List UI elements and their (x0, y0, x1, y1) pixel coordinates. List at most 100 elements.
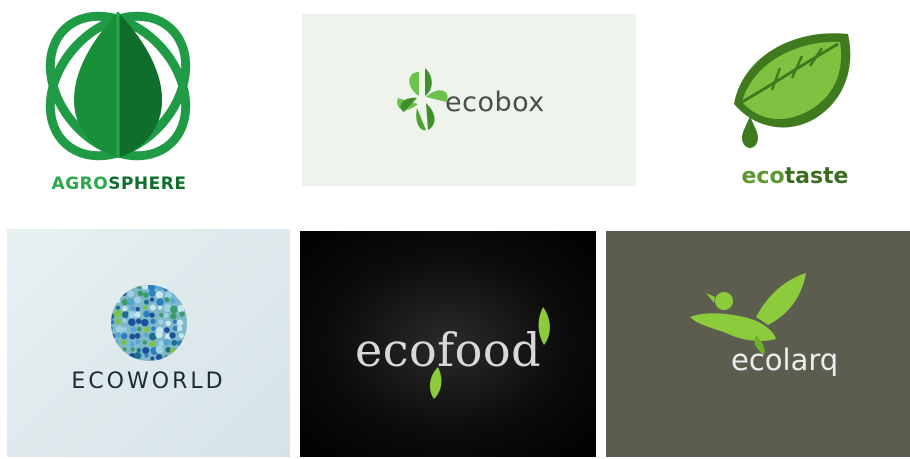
globe-dot (155, 330, 163, 339)
globe-dot (163, 304, 172, 312)
globe-dot (149, 304, 156, 311)
globe-dot (111, 333, 116, 340)
globe-dot (164, 354, 169, 360)
logo-tile-agrosphere: AGROSPHERE (18, 8, 220, 198)
logo-tile-ecolarq: ecolarq (606, 231, 910, 457)
globe-dot (122, 347, 127, 352)
ecotaste-text-eco: eco (741, 164, 785, 189)
globe-dot (127, 290, 135, 298)
globe-dot (169, 332, 176, 339)
globe-dot (142, 340, 148, 345)
ecofood-logotype: ecofood (354, 323, 542, 377)
globe-dot (171, 339, 178, 346)
agrosphere-logotype: AGROSPHERE (18, 174, 220, 194)
globe-dot (114, 332, 121, 338)
globe-dot (135, 306, 140, 312)
globe-dot (116, 298, 121, 304)
globe-dot (170, 298, 176, 304)
globe-dot (122, 285, 128, 290)
globe-dot (115, 305, 120, 310)
globe-dot (111, 300, 113, 305)
globe-dot (147, 285, 156, 291)
globe-dot (130, 347, 135, 352)
globe-dot (137, 290, 144, 297)
globe-dot (157, 305, 163, 311)
dotted-globe-icon (111, 285, 187, 361)
globe-dot (115, 325, 123, 333)
globe-dot (135, 318, 142, 324)
globe-dot (136, 326, 142, 332)
globe-dot (143, 305, 148, 310)
globe-dot (111, 292, 114, 299)
logo-tile-ecofood: ecofood (300, 231, 596, 457)
globe-dot (141, 318, 149, 327)
globe-dot (114, 290, 122, 298)
globe-dot (176, 319, 184, 326)
globe-dot (120, 339, 127, 346)
globe-dot (128, 311, 136, 319)
globe-dot (143, 326, 151, 333)
globe-dot (169, 353, 176, 361)
globe-dot (165, 320, 171, 327)
globe-dot (142, 292, 149, 298)
globe-dot (164, 297, 170, 303)
globe-dot (129, 333, 136, 340)
globe-dot (176, 325, 183, 332)
ecotaste-logotype: ecotaste (720, 164, 870, 189)
globe-dot (134, 352, 142, 360)
globe-dot (134, 296, 141, 304)
globe-dot (169, 347, 177, 355)
globe-dot (121, 290, 127, 297)
globe-dot (121, 355, 127, 361)
globe-dot (134, 311, 141, 318)
globe-dot (163, 338, 171, 346)
globe-dot (150, 356, 155, 361)
globe-dot (111, 313, 115, 320)
globe-dot (129, 342, 135, 347)
globe-dot (121, 311, 129, 319)
globe-dot (151, 326, 156, 331)
globe-dot (170, 305, 178, 314)
globe-dot (111, 320, 115, 325)
globe-dot (141, 285, 149, 290)
globe-dot (158, 319, 164, 325)
globe-dot (172, 326, 178, 332)
globe-dot (113, 346, 121, 354)
globe-dot (149, 297, 155, 302)
globe-dot (178, 348, 183, 353)
globe-dot (155, 291, 164, 299)
globe-dot (170, 313, 177, 320)
globe-dot (178, 333, 184, 339)
globe-dot (144, 332, 149, 337)
globe-dot (122, 318, 127, 323)
globe-dot (176, 290, 184, 298)
globe-dot (159, 312, 164, 318)
globe-dot (113, 355, 120, 361)
agrosphere-text-agro: AGRO (51, 174, 109, 194)
globe-dot (122, 306, 128, 312)
globe-dot (129, 285, 136, 289)
globe-dot (111, 303, 115, 310)
globe-dot (111, 348, 115, 353)
globe-dot (135, 339, 141, 345)
leaf-orbit-icon (45, 11, 191, 161)
globe-dot (127, 298, 135, 306)
globe-dot (136, 348, 141, 353)
globe-dot (130, 326, 137, 332)
globe-dot (158, 340, 164, 347)
globe-dot (150, 318, 156, 325)
globe-dot (122, 326, 127, 332)
globe-dot (143, 310, 150, 318)
globe-dot (111, 352, 114, 359)
globe-dot (115, 318, 121, 325)
globe-dot (128, 318, 136, 326)
logo-tile-ecoworld: ECOWORLD (7, 229, 290, 457)
globe-dot (111, 338, 115, 346)
globe-dot (178, 285, 183, 289)
logo-tile-ecobox: ecobox (302, 14, 636, 186)
globe-dot (163, 285, 169, 292)
globe-dot (149, 341, 156, 347)
globe-dot (163, 313, 169, 318)
globe-dot (148, 289, 156, 297)
globe-dot (111, 325, 113, 332)
